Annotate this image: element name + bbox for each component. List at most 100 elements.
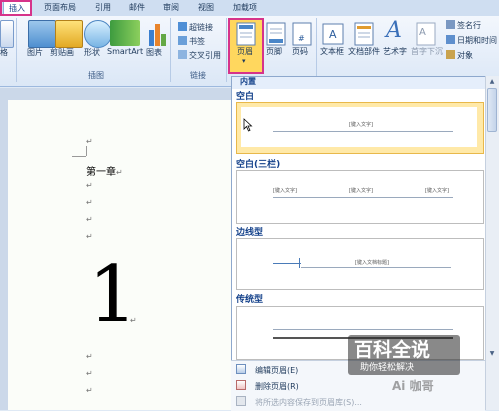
- edit-header-icon: [236, 364, 246, 374]
- gallery-section-title: 空白(三栏): [236, 160, 281, 170]
- gallery-category-builtin: 内置: [240, 77, 256, 86]
- large-number: 1: [88, 250, 138, 340]
- chapter-heading: 第一章↵: [86, 163, 123, 178]
- dropcap-button-label[interactable]: 首字下沉: [411, 46, 443, 57]
- shape-button-label[interactable]: 形状: [84, 47, 100, 58]
- watermark-subtitle: 助你轻松解决: [360, 363, 415, 373]
- table-label: 格: [0, 48, 8, 57]
- edit-header-menu-item[interactable]: 编辑页眉(E): [255, 365, 298, 376]
- header-rule: [273, 329, 453, 330]
- group-label-illustrations: 插图: [88, 71, 104, 80]
- signature-icon: [446, 20, 455, 29]
- placeholder-text: [键入文档标题]: [355, 260, 389, 266]
- picture-icon[interactable]: [28, 20, 56, 48]
- save-selection-icon: [236, 396, 246, 406]
- crossref-label: 交叉引用: [189, 51, 221, 60]
- footer-button-label[interactable]: 页脚: [266, 46, 282, 57]
- quickparts-button-label[interactable]: 文档部件: [348, 46, 380, 57]
- tab-review[interactable]: 审阅: [163, 1, 179, 15]
- tab-mailings[interactable]: 邮件: [129, 1, 145, 15]
- datetime-label: 日期和时间: [457, 36, 497, 45]
- calendar-icon: [446, 35, 455, 44]
- ribbon-tab-bar: 插入 页面布局 引用 邮件 审阅 视图 加载项: [0, 0, 499, 16]
- datetime-button[interactable]: 日期和时间: [446, 35, 497, 46]
- table-icon[interactable]: [0, 20, 14, 48]
- paragraph-mark: ↵: [116, 168, 123, 177]
- wordart-button-label[interactable]: 艺术字: [383, 46, 407, 57]
- object-icon: [446, 50, 455, 59]
- remove-header-menu-item[interactable]: 删除页眉(R): [255, 381, 299, 392]
- tab-references[interactable]: 引用: [95, 1, 111, 15]
- tab-view[interactable]: 视图: [198, 1, 214, 15]
- clipart-button-label[interactable]: 剪贴画: [50, 47, 74, 58]
- page-number-icon[interactable]: #: [292, 22, 312, 46]
- textbox-button-label[interactable]: 文本框: [320, 46, 344, 57]
- shape-icon[interactable]: [84, 20, 112, 48]
- svg-text:A: A: [329, 28, 337, 41]
- object-button[interactable]: 对象: [446, 50, 473, 61]
- header-template-sideline[interactable]: [键入文档标题]: [236, 238, 484, 290]
- tab-page-layout[interactable]: 页面布局: [44, 1, 76, 15]
- header-template-blank[interactable]: [键入文字]: [236, 102, 484, 154]
- remove-header-icon: [236, 380, 246, 390]
- scroll-down-icon[interactable]: ▼: [487, 350, 497, 358]
- signature-label: 签名行: [457, 21, 481, 30]
- margin-mark: [72, 156, 86, 157]
- quickparts-icon[interactable]: [354, 22, 374, 46]
- paragraph-mark: ↵: [86, 352, 93, 361]
- group-separator: [226, 18, 227, 82]
- bookmark-button[interactable]: 书签: [178, 36, 205, 47]
- header-button-label: 页眉: [237, 47, 253, 56]
- chevron-down-icon: ▾: [242, 57, 246, 65]
- save-to-gallery-menu-item[interactable]: 将所选内容保存到页眉库(S)...: [255, 397, 362, 408]
- svg-text:A: A: [419, 27, 426, 38]
- watermark-title: 百科全说: [354, 339, 431, 361]
- wordart-icon[interactable]: A: [386, 18, 402, 43]
- paragraph-mark: ↵: [86, 198, 93, 207]
- chart-button-label[interactable]: 图表: [146, 47, 162, 58]
- chart-icon[interactable]: [148, 20, 168, 46]
- header-rule: [273, 131, 453, 132]
- header-rule: [273, 263, 301, 264]
- hyperlink-label: 超链接: [189, 23, 213, 32]
- group-separator: [170, 18, 171, 82]
- page-number-button-label[interactable]: 页码: [292, 46, 308, 57]
- paragraph-mark: ↵: [86, 386, 93, 395]
- watermark: 百科全说 助你轻松解决 Ai 咖哥: [348, 335, 460, 393]
- smartart-icon[interactable]: [110, 20, 140, 46]
- group-separator: [316, 18, 317, 82]
- scroll-thumb[interactable]: [487, 88, 497, 132]
- paragraph-mark: ↵: [86, 181, 93, 190]
- dropcap-icon[interactable]: A: [416, 22, 436, 46]
- crossref-icon: [178, 50, 187, 59]
- hyperlink-button[interactable]: 超链接: [178, 22, 213, 33]
- paragraph-mark: ↵: [130, 316, 137, 325]
- paragraph-mark: ↵: [86, 137, 93, 146]
- header-rule: [273, 197, 453, 198]
- placeholder-text: [键入文字]: [349, 122, 373, 128]
- placeholder-text: [键入文字]: [425, 188, 449, 194]
- svg-text:#: #: [298, 34, 305, 43]
- header-rule: [301, 267, 451, 268]
- header-icon: [236, 22, 256, 46]
- gallery-section-title: 空白: [236, 92, 255, 102]
- footer-icon[interactable]: [266, 22, 286, 46]
- clipart-icon[interactable]: [55, 20, 83, 48]
- smartart-button-label[interactable]: SmartArt: [107, 47, 143, 56]
- watermark-badge: Ai 咖哥: [392, 379, 434, 393]
- signature-line-button[interactable]: 签名行: [446, 20, 481, 31]
- insert-tab-highlight: [0, 0, 32, 16]
- crossref-button[interactable]: 交叉引用: [178, 50, 221, 61]
- header-template-blank-three-column[interactable]: [键入文字] [键入文字] [键入文字]: [236, 170, 484, 224]
- margin-mark: [86, 146, 87, 156]
- bookmark-icon: [178, 36, 187, 45]
- gallery-section-title: 传统型: [236, 295, 264, 305]
- paragraph-mark: ↵: [86, 369, 93, 378]
- group-label-links: 链接: [190, 71, 206, 80]
- mouse-cursor-icon: [243, 118, 253, 132]
- textbox-icon[interactable]: A: [322, 22, 344, 46]
- scroll-up-icon[interactable]: ▲: [487, 78, 497, 86]
- placeholder-text: [键入文字]: [273, 188, 297, 194]
- tab-addins[interactable]: 加载项: [233, 1, 257, 15]
- picture-button-label[interactable]: 图片: [27, 47, 43, 58]
